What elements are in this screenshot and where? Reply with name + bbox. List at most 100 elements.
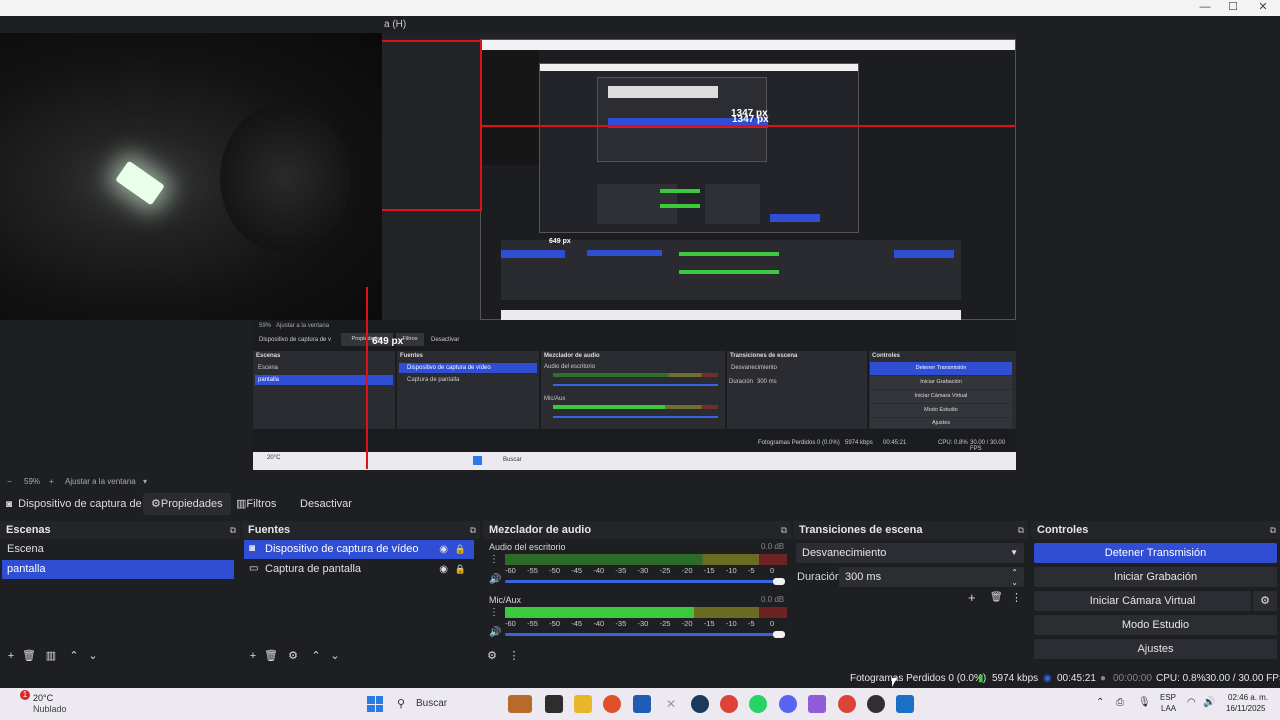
filter-icon[interactable]: ▥ [44, 649, 58, 663]
zoom-out-button[interactable]: − [7, 475, 12, 488]
whatsapp-app-icon[interactable] [749, 695, 767, 713]
advanced-audio-icon[interactable]: ⚙ [485, 649, 499, 663]
capcut-app-icon[interactable]: ✕ [662, 695, 680, 713]
trash-icon[interactable]: 🗑 [22, 649, 36, 663]
taskbar-search[interactable]: Buscar [416, 698, 447, 709]
move-up-icon[interactable]: ⌃ [309, 649, 323, 663]
obs-app-icon[interactable] [867, 695, 885, 713]
float-dock-icon[interactable]: ⧉ [1270, 521, 1276, 539]
start-recording-button[interactable]: Iniciar Grabación [1034, 567, 1277, 587]
volume-knob-mic[interactable] [773, 631, 785, 638]
mic-icon[interactable]: 🎙 [1138, 697, 1151, 708]
windows-start-icon[interactable] [367, 696, 383, 712]
meter-tick-label: -45 [571, 619, 583, 628]
lang-primary[interactable]: ESP [1160, 693, 1176, 702]
deactivate-button[interactable]: Desactivar [292, 493, 360, 515]
start-virtual-camera-button[interactable]: Iniciar Cámara Virtual [1034, 591, 1251, 611]
store-app-icon[interactable] [633, 695, 651, 713]
scene-item-escena[interactable]: Escena [2, 540, 234, 559]
trash-icon[interactable]: 🗑 [264, 649, 278, 663]
float-dock-icon[interactable]: ⧉ [781, 521, 787, 539]
wifi-icon[interactable]: ◠ [1187, 697, 1196, 708]
float-dock-icon[interactable]: ⧉ [470, 521, 476, 539]
office-app-icon[interactable] [603, 695, 621, 713]
nested-obs-window: 1347 px 649 px [480, 39, 1016, 320]
tray-chevron-icon[interactable]: ⌃ [1096, 697, 1104, 708]
more-options-icon[interactable]: ⋮ [489, 607, 499, 618]
lock-icon[interactable]: 🔒 [455, 560, 466, 579]
lock-icon[interactable]: 🔒 [455, 540, 466, 559]
game-app-icon[interactable] [508, 695, 532, 713]
filters-button[interactable]: ▥Filtros [228, 493, 284, 515]
gear-icon[interactable]: ⚙ [286, 649, 300, 663]
mouse-cursor [892, 678, 897, 687]
mini-status-kbps: 5974 kbps [845, 440, 873, 446]
transition-select[interactable]: Desvanecimiento ▼ [796, 543, 1024, 563]
duration-spinbox[interactable]: 300 ms ⌃ ⌄ [839, 567, 1024, 587]
more-options-icon[interactable]: ⋮ [507, 649, 521, 663]
meter-tick-label: -50 [549, 566, 560, 575]
move-down-icon[interactable]: ⌄ [328, 649, 342, 663]
close-button[interactable]: ✕ [1248, 0, 1278, 16]
search-icon[interactable]: ⚲ [397, 697, 405, 710]
fit-to-window[interactable]: Ajustar a la ventana [65, 475, 136, 488]
volume-knob-desktop[interactable] [773, 578, 785, 585]
float-dock-icon[interactable]: ⧉ [1018, 521, 1024, 539]
minimize-button[interactable]: — [1190, 0, 1220, 16]
speaker-icon[interactable]: 🔊 [489, 627, 501, 638]
trash-icon[interactable]: 🗑 [990, 592, 1003, 603]
more-options-icon[interactable]: ⋮ [489, 554, 499, 565]
notepad-app-icon[interactable] [896, 695, 914, 713]
mini-mixer-dock: Mezclador de audio Audio del escritorio … [541, 351, 725, 429]
usb-icon[interactable]: ⎙ [1116, 697, 1124, 708]
eye-icon[interactable]: ◉ [439, 540, 448, 559]
volume-slider-mic[interactable] [505, 633, 785, 636]
copilot-app-icon[interactable] [808, 695, 826, 713]
move-up-icon[interactable]: ⌃ [67, 649, 81, 663]
audio-mixer-dock: Mezclador de audio ⧉ Audio del escritorio… [483, 521, 791, 665]
source-item-video-capture[interactable]: ◙ Dispositivo de captura de vídeo ◉ 🔒 [244, 540, 474, 559]
volume-slider-desktop[interactable] [505, 580, 785, 583]
mini-zoom: 59% Ajustar a la ventana [259, 323, 330, 329]
speaker-icon[interactable]: 🔊 [489, 574, 501, 585]
mini-ctrl-4: Modo Estudio [870, 404, 1012, 417]
source-item-screen-capture[interactable]: ▭ Captura de pantalla ◉ 🔒 [244, 560, 474, 579]
weather-temp[interactable]: 20°C [33, 693, 53, 703]
preview-canvas[interactable]: 1347 px 649 px 59% Ajustar a la ventana … [0, 33, 1280, 475]
zoom-dropdown-icon[interactable]: ▾ [143, 475, 147, 488]
spin-down-icon[interactable]: ⌄ [1011, 573, 1018, 593]
file-explorer-icon[interactable] [574, 695, 592, 713]
menu-item-help[interactable]: a (H) [384, 19, 406, 30]
float-dock-icon[interactable]: ⧉ [230, 521, 236, 539]
volume-icon[interactable]: 🔊 [1203, 697, 1215, 708]
mini-scenes-dock: Escenas Escena pantalla [253, 351, 395, 429]
add-icon[interactable]: + [968, 590, 976, 605]
add-icon[interactable]: + [246, 649, 260, 663]
settings-button[interactable]: Ajustes [1034, 639, 1277, 659]
terminal-app-icon[interactable] [545, 695, 563, 713]
scene-item-pantalla[interactable]: pantalla [2, 560, 234, 579]
clock-date[interactable]: 16/11/2025 [1226, 704, 1265, 713]
meter-tick-label: -20 [681, 566, 693, 575]
move-down-icon[interactable]: ⌄ [86, 649, 100, 663]
add-icon[interactable]: + [4, 649, 18, 663]
clock-time[interactable]: 02:46 a. m. [1228, 693, 1268, 702]
eye-icon[interactable]: ◉ [439, 560, 448, 579]
properties-button[interactable]: ⚙Propiedades [143, 493, 231, 515]
more-options-icon[interactable]: ⋮ [1011, 591, 1022, 604]
chrome-app-icon[interactable] [720, 695, 738, 713]
status-bar: Fotogramas Perdidos 0 (0.0%) ▮ 5974 kbps… [0, 670, 1280, 688]
zoom-in-button[interactable]: + [49, 475, 54, 488]
steam-app-icon[interactable] [691, 695, 709, 713]
virtual-camera-settings-button[interactable]: ⚙ [1253, 591, 1277, 611]
nested-webcam [481, 50, 539, 165]
weather-desc[interactable]: Nublado [33, 704, 67, 714]
stop-streaming-button[interactable]: Detener Transmisión [1034, 543, 1277, 563]
chrome-app-icon-2[interactable] [838, 695, 856, 713]
meter-tick-label: -35 [615, 566, 627, 575]
studio-mode-button[interactable]: Modo Estudio [1034, 615, 1277, 635]
lang-secondary[interactable]: LAA [1161, 704, 1176, 713]
maximize-button[interactable]: ☐ [1218, 0, 1248, 16]
discord-app-icon[interactable] [779, 695, 797, 713]
camera-icon: ◙ [249, 543, 256, 554]
